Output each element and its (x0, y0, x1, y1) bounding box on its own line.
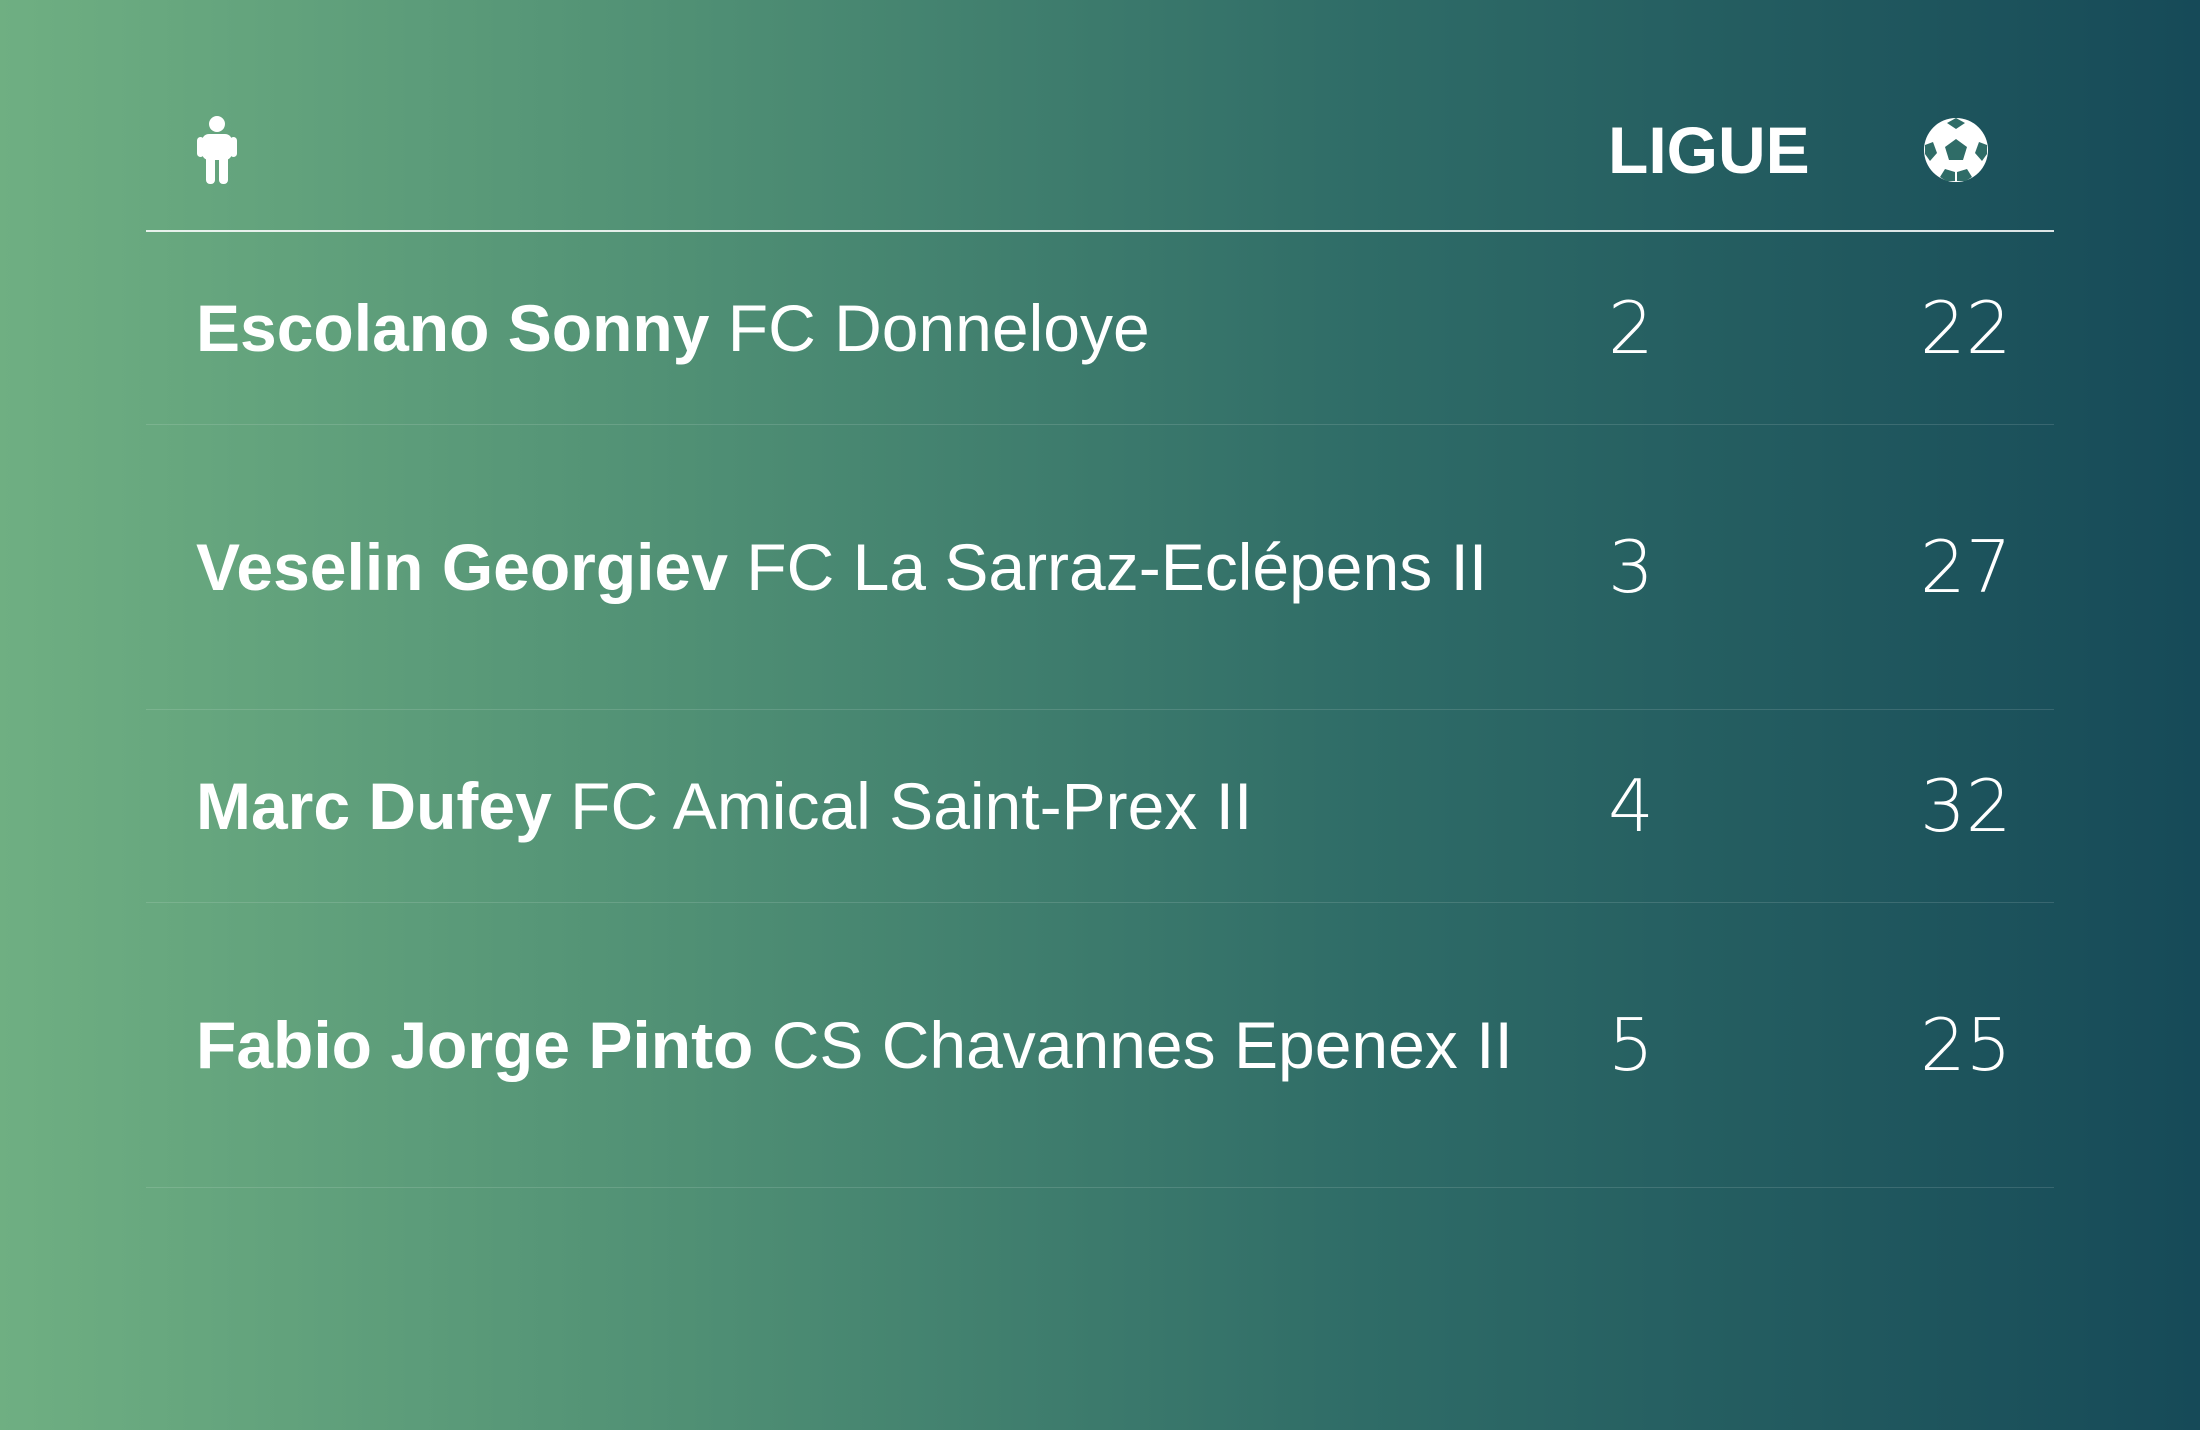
player-cell: Escolano Sonny FC Donneloye (146, 282, 1608, 375)
table-row: Escolano Sonny FC Donneloye 2 22 (146, 232, 2054, 425)
soccer-ball-icon (1920, 114, 2054, 186)
player-name: Fabio Jorge Pinto (196, 1007, 754, 1082)
goals-value: 27 (1920, 525, 2012, 609)
club-name: FC La Sarraz-Eclépens II (746, 529, 1488, 604)
player-name: Escolano Sonny (196, 290, 710, 365)
club-name: FC Amical Saint-Prex II (570, 768, 1253, 843)
player-cell: Veselin Georgiev FC La Sarraz-Eclépens I… (146, 521, 1608, 614)
goals-value: 32 (1920, 764, 2012, 848)
league-column-header: LIGUE (1608, 113, 1810, 187)
player-cell: Fabio Jorge Pinto CS Chavannes Epenex II (146, 999, 1608, 1092)
league-value: 4 (1608, 764, 1654, 848)
person-icon (196, 115, 1608, 185)
player-column-header (146, 115, 1608, 185)
player-name: Veselin Georgiev (196, 529, 728, 604)
league-value: 2 (1608, 286, 1654, 370)
scorers-table: LIGUE Escolano Sonny FC Donneloye 2 22 V… (146, 70, 2054, 1188)
league-value: 3 (1608, 525, 1654, 609)
goals-value: 22 (1920, 286, 2012, 370)
goals-column-header (1908, 114, 2054, 186)
league-value: 5 (1608, 1003, 1654, 1087)
goals-value: 25 (1920, 1003, 2012, 1087)
player-name: Marc Dufey (196, 768, 552, 843)
table-header: LIGUE (146, 70, 2054, 232)
table-row: Marc Dufey FC Amical Saint-Prex II 4 32 (146, 710, 2054, 903)
club-name: FC Donneloye (727, 290, 1150, 365)
club-name: CS Chavannes Epenex II (771, 1007, 1513, 1082)
table-row: Fabio Jorge Pinto CS Chavannes Epenex II… (146, 903, 2054, 1188)
table-row: Veselin Georgiev FC La Sarraz-Eclépens I… (146, 425, 2054, 710)
player-cell: Marc Dufey FC Amical Saint-Prex II (146, 760, 1608, 853)
